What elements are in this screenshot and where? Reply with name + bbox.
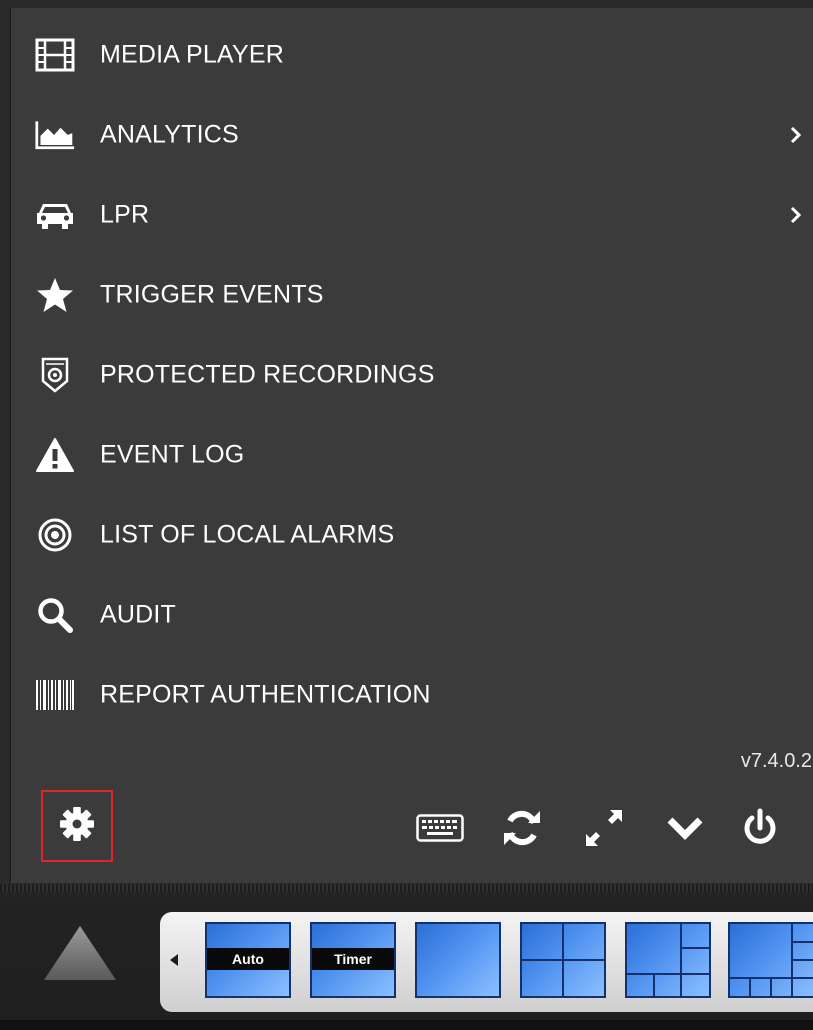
power-button[interactable] — [734, 808, 786, 852]
barcode-icon — [35, 677, 75, 713]
collapse-button[interactable] — [659, 808, 711, 852]
menu-item-trigger-events[interactable]: TRIGGER EVENTS — [11, 255, 813, 335]
menu-item-label: EVENT LOG — [100, 440, 245, 469]
version-label: v7.4.0.2 — [740, 750, 812, 772]
menu-item-label: ANALYTICS — [100, 120, 239, 149]
settings-button[interactable] — [41, 790, 113, 862]
layout-one-plus-seven-button[interactable] — [728, 922, 813, 998]
menu-item-protected-recordings[interactable]: PROTECTED RECORDINGS — [11, 335, 813, 415]
layout-single-button[interactable] — [415, 922, 501, 998]
gear-icon — [58, 805, 96, 848]
expand-panel-button[interactable] — [40, 922, 120, 982]
chevron-down-icon — [666, 814, 704, 847]
main-menu-panel: MEDIA PLAYER ANALYTICS LPR TRIGGER EVENT… — [10, 8, 813, 883]
search-icon — [35, 597, 75, 633]
power-icon — [741, 808, 779, 853]
triangle-up-icon — [40, 926, 120, 986]
layout-one-plus-five-button[interactable] — [625, 922, 711, 998]
grid-2x2-icon — [522, 924, 604, 996]
bottom-edge — [0, 1020, 813, 1030]
menu-item-label: LPR — [100, 200, 150, 229]
menu-item-lpr[interactable]: LPR — [11, 175, 813, 255]
menu-item-event-log[interactable]: EVENT LOG — [11, 415, 813, 495]
layout-auto-button[interactable]: Auto — [205, 922, 291, 998]
menu-item-label: MEDIA PLAYER — [100, 40, 284, 69]
menu-item-label: AUDIT — [100, 600, 176, 629]
chevron-right-icon — [788, 203, 804, 227]
menu-item-label: REPORT AUTHENTICATION — [100, 680, 431, 709]
layout-timer-label: Timer — [312, 948, 394, 970]
panel-separator — [0, 884, 813, 892]
menu-item-media-player[interactable]: MEDIA PLAYER — [11, 15, 813, 95]
scroll-left-button[interactable] — [160, 912, 188, 1012]
keyboard-button[interactable] — [414, 808, 466, 852]
keyboard-icon — [416, 813, 464, 847]
film-icon — [35, 37, 75, 73]
area-chart-icon — [35, 117, 75, 153]
fullscreen-icon — [584, 808, 624, 853]
menu-item-analytics[interactable]: ANALYTICS — [11, 95, 813, 175]
menu-item-report-authentication[interactable]: REPORT AUTHENTICATION — [11, 655, 813, 735]
menu-item-label: PROTECTED RECORDINGS — [100, 360, 435, 389]
car-icon — [35, 197, 75, 233]
caret-left-icon — [168, 952, 180, 973]
menu-item-label: LIST OF LOCAL ALARMS — [100, 520, 395, 549]
layout-quad-button[interactable] — [520, 922, 606, 998]
shield-icon — [35, 357, 75, 393]
star-icon — [35, 277, 75, 313]
warning-icon — [35, 437, 75, 473]
menu-item-audit[interactable]: AUDIT — [11, 575, 813, 655]
chevron-right-icon — [788, 123, 804, 147]
target-icon — [35, 517, 75, 553]
menu-item-label: TRIGGER EVENTS — [100, 280, 324, 309]
grid-one-plus-seven-icon — [730, 924, 813, 996]
menu-item-list-of-local-alarms[interactable]: LIST OF LOCAL ALARMS — [11, 495, 813, 575]
refresh-button[interactable] — [496, 808, 548, 852]
app-frame: MEDIA PLAYER ANALYTICS LPR TRIGGER EVENT… — [0, 0, 813, 1030]
refresh-icon — [502, 809, 542, 852]
fullscreen-button[interactable] — [578, 808, 630, 852]
layout-auto-label: Auto — [207, 948, 289, 970]
grid-one-plus-five-icon — [627, 924, 709, 996]
layout-timer-button[interactable]: Timer — [310, 922, 396, 998]
